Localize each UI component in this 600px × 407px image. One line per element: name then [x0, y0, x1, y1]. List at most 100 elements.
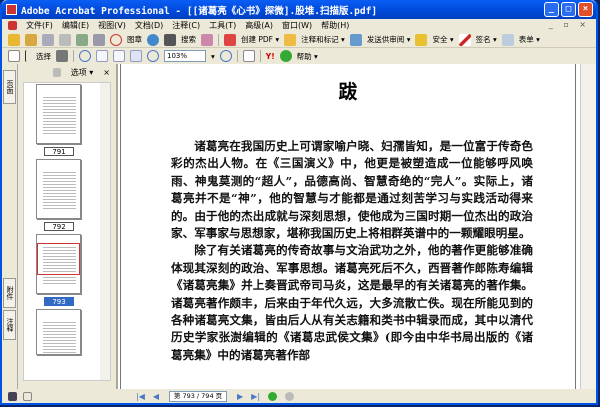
pages-panel: 选项 ▾ × 791 792 793 [18, 64, 114, 389]
thumbnail-page[interactable] [36, 234, 81, 294]
thumbnail-page[interactable] [36, 84, 81, 144]
prev-page-button[interactable]: ◀ [153, 392, 159, 401]
hand-tool-icon[interactable] [8, 50, 20, 62]
document-scrollbar[interactable] [580, 64, 596, 389]
separator [218, 33, 219, 46]
tab-attachments[interactable]: 附件 [3, 278, 16, 308]
organizer-icon[interactable] [25, 33, 37, 46]
fit-page-icon[interactable] [113, 50, 125, 62]
page-text: 诸葛亮在我国历史上可谓家喻户晓、妇孺皆知，是一位富于传奇色彩的杰出人物。在《三国… [171, 138, 533, 364]
select-tool-icon[interactable] [25, 50, 31, 62]
menu-edit[interactable]: 编辑(E) [62, 20, 89, 31]
pen-icon [458, 33, 471, 46]
tab-comments[interactable]: 注释 [3, 310, 16, 340]
acrobat-icon [6, 4, 17, 15]
stamp-icon[interactable] [110, 33, 122, 46]
send-review-button[interactable]: 发送供审阅 ▾ [367, 34, 411, 45]
thumbnail-page[interactable] [36, 159, 81, 219]
doc-icon [8, 21, 17, 30]
attach-icon[interactable] [93, 33, 105, 46]
close-button[interactable]: × [578, 2, 593, 17]
menu-tools[interactable]: 工具(T) [209, 20, 236, 31]
comment-markup-button[interactable]: 注释和标记 ▾ [301, 34, 345, 45]
window-title: Adobe Acrobat Professional - [[诸葛亮《心书》探微… [21, 5, 378, 17]
zoom-input[interactable]: 103% [164, 50, 206, 62]
first-page-button[interactable]: |◀ [136, 392, 145, 401]
page-number-field[interactable]: 第 793 / 794 页 [169, 390, 228, 402]
select-tool-button[interactable]: 选择 [36, 51, 51, 62]
comment-icon [284, 33, 297, 46]
chart-icon[interactable] [201, 33, 213, 46]
stamp-button[interactable]: 图章 [127, 34, 142, 45]
save-icon[interactable] [42, 33, 54, 46]
menu-window[interactable]: 窗口(W) [282, 20, 312, 31]
panel-close-button[interactable]: × [103, 68, 110, 77]
menu-comments[interactable]: 注释(C) [172, 20, 200, 31]
web-icon[interactable] [147, 33, 159, 46]
title-bar: Adobe Acrobat Professional - [[诸葛亮《心书》探微… [2, 0, 596, 19]
thumbnail-label: 791 [44, 147, 74, 156]
actual-size-icon[interactable] [96, 50, 108, 62]
page-size-icon[interactable] [23, 391, 32, 401]
workspace: 页面 附件 注释 选项 ▾ × 791 792 793 跋 诸葛亮在我国历史上可… [2, 64, 596, 389]
options-button[interactable]: 选项 ▾ [71, 67, 94, 78]
email-icon[interactable] [76, 33, 88, 46]
tab-pages[interactable]: 页面 [3, 70, 16, 104]
fit-width-icon[interactable] [130, 50, 142, 62]
view-area-box[interactable] [37, 243, 80, 275]
go-forward-icon[interactable] [285, 391, 295, 401]
print-icon[interactable] [59, 33, 71, 46]
rotate-icon[interactable] [242, 50, 255, 62]
menu-advanced[interactable]: 高级(A) [245, 20, 273, 31]
maximize-button[interactable]: □ [561, 2, 576, 17]
snapshot-icon[interactable] [56, 50, 68, 62]
open-icon[interactable] [8, 33, 20, 46]
binoculars-icon[interactable] [164, 33, 176, 46]
last-page-button[interactable]: ▶| [251, 392, 260, 401]
document-view: 跋 诸葛亮在我国历史上可谓家喻户晓、妇孺皆知，是一位富于传奇色彩的杰出人物。在《… [116, 64, 596, 389]
next-page-button[interactable]: ▶ [237, 392, 243, 401]
trash-icon[interactable] [52, 67, 61, 77]
status-bar: |◀ ◀ 第 793 / 794 页 ▶ ▶| [2, 389, 596, 403]
menu-bar: 文件(F) 编辑(E) 视图(V) 文档(D) 注释(C) 工具(T) 高级(A… [2, 19, 596, 32]
sign-button[interactable]: 签名 ▾ [476, 34, 497, 45]
minimize-button[interactable]: _ [544, 2, 559, 17]
panel-toggle-icon[interactable] [8, 391, 17, 401]
help-icon [279, 50, 292, 62]
thumbnail-label: 792 [44, 222, 74, 231]
page-heading: 跋 [338, 81, 358, 103]
thumbnail-scrollbar[interactable] [100, 83, 110, 380]
zoom-dropdown-icon[interactable]: ▾ [211, 52, 215, 61]
toolbar-file: 图章 搜索 创建 PDF ▾ 注释和标记 ▾ 发送供审阅 ▾ 安全 ▾ 签名 ▾… [2, 32, 596, 48]
menu-file[interactable]: 文件(F) [26, 20, 53, 31]
forms-icon [501, 33, 514, 46]
mdi-controls[interactable]: _ ▫ × [549, 20, 590, 29]
thumbnail-label-selected: 793 [44, 297, 74, 306]
zoom-plus-icon[interactable] [219, 50, 232, 62]
menu-document[interactable]: 文档(D) [135, 20, 163, 31]
menu-view[interactable]: 视图(V) [98, 20, 126, 31]
search-button[interactable]: 搜索 [181, 34, 196, 45]
separator [236, 50, 238, 62]
zoom-in-icon[interactable] [79, 50, 91, 62]
paragraph: 除了有关诸葛亮的传奇故事与文治武功之外，他的著作更能够准确体现其深刻的政治、军事… [171, 243, 533, 362]
pdf-page: 跋 诸葛亮在我国历史上可谓家喻户晓、妇孺皆知，是一位富于传奇色彩的杰出人物。在《… [120, 64, 576, 389]
separator [259, 50, 261, 62]
create-pdf-button[interactable]: 创建 PDF ▾ [241, 34, 279, 45]
separator [73, 50, 74, 62]
go-back-icon[interactable] [268, 391, 278, 401]
create-pdf-icon [224, 33, 236, 46]
lock-icon [415, 33, 428, 46]
help-button[interactable]: 帮助 ▾ [297, 51, 318, 62]
forms-button[interactable]: 表单 ▾ [519, 34, 540, 45]
toolbar-view: 选择 103% ▾ Y! 帮助 ▾ [2, 48, 596, 64]
security-button[interactable]: 安全 ▾ [432, 34, 453, 45]
yahoo-icon[interactable]: Y! [266, 52, 275, 61]
menu-help[interactable]: 帮助(H) [321, 20, 349, 31]
zoom-out-icon[interactable] [147, 50, 159, 62]
review-icon [349, 33, 362, 46]
navigation-tabs: 页面 附件 注释 [2, 64, 18, 389]
thumbnail-page[interactable] [36, 309, 81, 355]
paragraph: 诸葛亮在我国历史上可谓家喻户晓、妇孺皆知，是一位富于传奇色彩的杰出人物。在《三国… [171, 139, 533, 241]
acrobat-window: Adobe Acrobat Professional - [[诸葛亮《心书》探微… [0, 0, 598, 405]
